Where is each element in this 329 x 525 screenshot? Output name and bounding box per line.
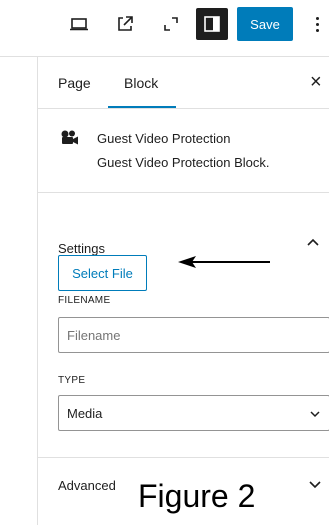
chevron-down-icon[interactable] [308,480,322,490]
more-options-button[interactable] [307,8,327,40]
panel-divider [38,457,329,458]
left-arrow-icon [178,256,270,268]
type-label: TYPE [58,375,86,386]
block-description: Guest Video Protection Block. [97,155,270,170]
figure-caption: Figure 2 [138,478,256,514]
settings-sidebar: Page Block × Guest Video Protection Gues… [37,57,329,525]
chevron-up-icon[interactable] [306,237,320,247]
tab-page[interactable]: Page [58,75,91,91]
settings-sidebar-toggle[interactable] [196,8,228,40]
save-button[interactable]: Save [237,7,293,41]
settings-panel-title[interactable]: Settings [58,241,105,256]
select-file-button[interactable]: Select File [58,255,147,291]
desktop-preview-icon [70,18,88,31]
video-camera-icon [61,130,78,145]
desktop-preview-button[interactable] [63,8,95,40]
block-title: Guest Video Protection [97,131,231,146]
active-tab-indicator [108,106,176,108]
tab-block[interactable]: Block [124,75,158,91]
view-post-button[interactable] [109,8,141,40]
type-select[interactable]: Media [58,395,329,431]
more-dot-icon [315,22,319,26]
fullscreen-button[interactable] [155,8,187,40]
fullscreen-icon [164,17,178,31]
filename-label: FILENAME [58,295,111,306]
close-icon[interactable]: × [310,72,322,92]
type-select-value: Media [67,406,103,421]
chevron-down-icon [310,411,320,418]
external-link-icon [118,16,133,31]
more-dot-icon [315,16,319,20]
advanced-panel-title[interactable]: Advanced [58,478,116,493]
sidebar-toggle-icon [204,16,220,32]
sidebar-tabs: Page Block × [38,57,329,109]
editor-toolbar: Save [0,0,329,50]
filename-field[interactable] [58,317,329,353]
block-card: Guest Video Protection Guest Video Prote… [38,109,329,193]
more-dot-icon [315,28,319,32]
